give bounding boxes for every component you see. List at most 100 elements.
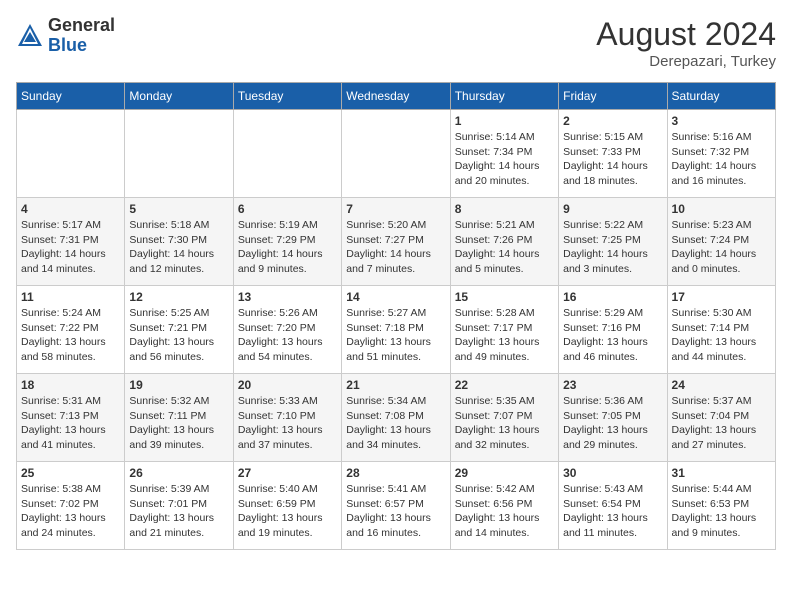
day-info: Sunrise: 5:36 AM Sunset: 7:05 PM Dayligh… <box>563 394 662 453</box>
day-info: Sunrise: 5:43 AM Sunset: 6:54 PM Dayligh… <box>563 482 662 541</box>
day-info: Sunrise: 5:44 AM Sunset: 6:53 PM Dayligh… <box>672 482 771 541</box>
calendar-cell: 19 Sunrise: 5:32 AM Sunset: 7:11 PM Dayli… <box>125 374 233 462</box>
calendar-cell: 11 Sunrise: 5:24 AM Sunset: 7:22 PM Dayli… <box>17 286 125 374</box>
day-info: Sunrise: 5:30 AM Sunset: 7:14 PM Dayligh… <box>672 306 771 365</box>
day-info: Sunrise: 5:18 AM Sunset: 7:30 PM Dayligh… <box>129 218 228 277</box>
calendar-cell: 25Sunrise: 5:38 AM Sunset: 7:02 PM Dayli… <box>17 462 125 550</box>
day-number: 29 <box>455 466 554 480</box>
location: Derepazari, Turkey <box>596 53 776 70</box>
calendar-cell: 24 Sunrise: 5:37 AM Sunset: 7:04 PM Dayli… <box>667 374 775 462</box>
calendar-cell <box>233 110 341 198</box>
day-number: 1 <box>455 114 554 128</box>
calendar-cell: 15Sunrise: 5:28 AM Sunset: 7:17 PM Dayli… <box>450 286 558 374</box>
day-info: Sunrise: 5:15 AM Sunset: 7:33 PM Dayligh… <box>563 130 662 189</box>
day-number: 20 <box>238 378 337 392</box>
calendar-cell: 14Sunrise: 5:27 AM Sunset: 7:18 PM Dayli… <box>342 286 450 374</box>
day-info: Sunrise: 5:37 AM Sunset: 7:04 PM Dayligh… <box>672 394 771 453</box>
day-info: Sunrise: 5:42 AM Sunset: 6:56 PM Dayligh… <box>455 482 554 541</box>
day-info: Sunrise: 5:26 AM Sunset: 7:20 PM Dayligh… <box>238 306 337 365</box>
day-header-friday: Friday <box>559 83 667 110</box>
calendar-cell: 26Sunrise: 5:39 AM Sunset: 7:01 PM Dayli… <box>125 462 233 550</box>
day-number: 14 <box>346 290 445 304</box>
day-info: Sunrise: 5:14 AM Sunset: 7:34 PM Dayligh… <box>455 130 554 189</box>
logo-icon <box>16 22 44 50</box>
day-info: Sunrise: 5:35 AM Sunset: 7:07 PM Dayligh… <box>455 394 554 453</box>
calendar-week-row: 25Sunrise: 5:38 AM Sunset: 7:02 PM Dayli… <box>17 462 776 550</box>
calendar-cell: 9 Sunrise: 5:22 AM Sunset: 7:25 PM Daylig… <box>559 198 667 286</box>
day-number: 23 <box>563 378 662 392</box>
calendar-cell: 6Sunrise: 5:19 AM Sunset: 7:29 PM Daylig… <box>233 198 341 286</box>
calendar-cell: 7 Sunrise: 5:20 AM Sunset: 7:27 PM Daylig… <box>342 198 450 286</box>
day-number: 18 <box>21 378 120 392</box>
day-info: Sunrise: 5:38 AM Sunset: 7:02 PM Dayligh… <box>21 482 120 541</box>
day-number: 16 <box>563 290 662 304</box>
calendar-week-row: 11 Sunrise: 5:24 AM Sunset: 7:22 PM Dayli… <box>17 286 776 374</box>
calendar-cell: 13 Sunrise: 5:26 AM Sunset: 7:20 PM Dayli… <box>233 286 341 374</box>
day-header-thursday: Thursday <box>450 83 558 110</box>
day-info: Sunrise: 5:41 AM Sunset: 6:57 PM Dayligh… <box>346 482 445 541</box>
calendar-cell <box>342 110 450 198</box>
title-block: August 2024 Derepazari, Turkey <box>596 16 776 70</box>
day-number: 15 <box>455 290 554 304</box>
day-number: 17 <box>672 290 771 304</box>
calendar-cell: 12 Sunrise: 5:25 AM Sunset: 7:21 PM Dayli… <box>125 286 233 374</box>
calendar-cell: 18 Sunrise: 5:31 AM Sunset: 7:13 PM Dayli… <box>17 374 125 462</box>
day-info: Sunrise: 5:40 AM Sunset: 6:59 PM Dayligh… <box>238 482 337 541</box>
calendar-cell: 3 Sunrise: 5:16 AM Sunset: 7:32 PM Daylig… <box>667 110 775 198</box>
day-info: Sunrise: 5:21 AM Sunset: 7:26 PM Dayligh… <box>455 218 554 277</box>
calendar-week-row: 4 Sunrise: 5:17 AM Sunset: 7:31 PM Daylig… <box>17 198 776 286</box>
day-number: 19 <box>129 378 228 392</box>
day-number: 11 <box>21 290 120 304</box>
day-number: 13 <box>238 290 337 304</box>
month-year: August 2024 <box>596 16 776 53</box>
day-info: Sunrise: 5:24 AM Sunset: 7:22 PM Dayligh… <box>21 306 120 365</box>
calendar-cell: 30 Sunrise: 5:43 AM Sunset: 6:54 PM Dayli… <box>559 462 667 550</box>
day-number: 4 <box>21 202 120 216</box>
day-number: 9 <box>563 202 662 216</box>
day-number: 21 <box>346 378 445 392</box>
day-number: 30 <box>563 466 662 480</box>
calendar-cell <box>125 110 233 198</box>
day-number: 5 <box>129 202 228 216</box>
day-info: Sunrise: 5:17 AM Sunset: 7:31 PM Dayligh… <box>21 218 120 277</box>
page-header: General Blue August 2024 Derepazari, Tur… <box>16 16 776 70</box>
logo-blue: Blue <box>48 35 87 55</box>
day-number: 8 <box>455 202 554 216</box>
day-number: 7 <box>346 202 445 216</box>
day-info: Sunrise: 5:29 AM Sunset: 7:16 PM Dayligh… <box>563 306 662 365</box>
calendar-cell: 23 Sunrise: 5:36 AM Sunset: 7:05 PM Dayli… <box>559 374 667 462</box>
day-number: 12 <box>129 290 228 304</box>
calendar-table: SundayMondayTuesdayWednesdayThursdayFrid… <box>16 82 776 550</box>
calendar-cell: 4 Sunrise: 5:17 AM Sunset: 7:31 PM Daylig… <box>17 198 125 286</box>
day-number: 24 <box>672 378 771 392</box>
calendar-cell: 29 Sunrise: 5:42 AM Sunset: 6:56 PM Dayli… <box>450 462 558 550</box>
day-info: Sunrise: 5:20 AM Sunset: 7:27 PM Dayligh… <box>346 218 445 277</box>
calendar-cell: 21 Sunrise: 5:34 AM Sunset: 7:08 PM Dayli… <box>342 374 450 462</box>
day-header-monday: Monday <box>125 83 233 110</box>
day-number: 22 <box>455 378 554 392</box>
calendar-cell: 22 Sunrise: 5:35 AM Sunset: 7:07 PM Dayli… <box>450 374 558 462</box>
day-info: Sunrise: 5:34 AM Sunset: 7:08 PM Dayligh… <box>346 394 445 453</box>
day-number: 28 <box>346 466 445 480</box>
day-number: 31 <box>672 466 771 480</box>
day-info: Sunrise: 5:31 AM Sunset: 7:13 PM Dayligh… <box>21 394 120 453</box>
day-info: Sunrise: 5:16 AM Sunset: 7:32 PM Dayligh… <box>672 130 771 189</box>
day-number: 3 <box>672 114 771 128</box>
logo: General Blue <box>16 16 115 56</box>
calendar-cell: 31 Sunrise: 5:44 AM Sunset: 6:53 PM Dayli… <box>667 462 775 550</box>
calendar-cell: 27Sunrise: 5:40 AM Sunset: 6:59 PM Dayli… <box>233 462 341 550</box>
day-header-wednesday: Wednesday <box>342 83 450 110</box>
day-info: Sunrise: 5:22 AM Sunset: 7:25 PM Dayligh… <box>563 218 662 277</box>
calendar-cell: 2 Sunrise: 5:15 AM Sunset: 7:33 PM Daylig… <box>559 110 667 198</box>
day-header-saturday: Saturday <box>667 83 775 110</box>
calendar-week-row: 1 Sunrise: 5:14 AM Sunset: 7:34 PM Daylig… <box>17 110 776 198</box>
calendar-cell: 20 Sunrise: 5:33 AM Sunset: 7:10 PM Dayli… <box>233 374 341 462</box>
day-info: Sunrise: 5:25 AM Sunset: 7:21 PM Dayligh… <box>129 306 228 365</box>
day-number: 6 <box>238 202 337 216</box>
day-info: Sunrise: 5:33 AM Sunset: 7:10 PM Dayligh… <box>238 394 337 453</box>
calendar-header-row: SundayMondayTuesdayWednesdayThursdayFrid… <box>17 83 776 110</box>
day-number: 2 <box>563 114 662 128</box>
calendar-cell: 10Sunrise: 5:23 AM Sunset: 7:24 PM Dayli… <box>667 198 775 286</box>
day-number: 26 <box>129 466 228 480</box>
day-info: Sunrise: 5:32 AM Sunset: 7:11 PM Dayligh… <box>129 394 228 453</box>
